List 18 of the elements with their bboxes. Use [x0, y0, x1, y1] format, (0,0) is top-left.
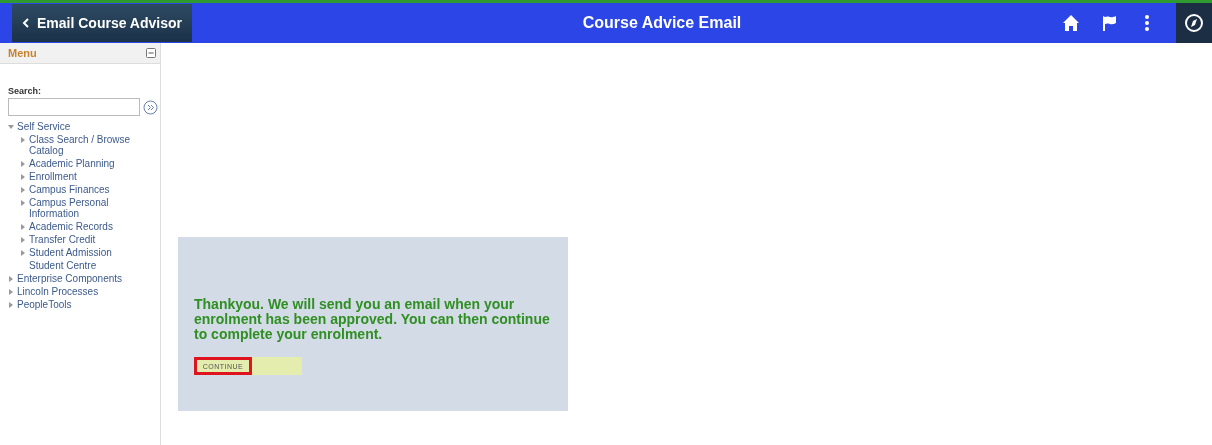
menu-item[interactable]: Academic Planning: [29, 158, 115, 169]
menu-item[interactable]: Self Service: [17, 121, 71, 132]
menu-item[interactable]: Student Centre: [29, 260, 97, 271]
menu-item[interactable]: Campus Finances: [29, 184, 110, 195]
menu-item[interactable]: Transfer Credit: [29, 234, 96, 245]
menu-item[interactable]: Lincoln Processes: [17, 286, 99, 297]
menu-item[interactable]: Enrollment: [29, 171, 77, 182]
menu-title: Menu: [8, 47, 37, 59]
menu-item[interactable]: Campus Personal Information: [29, 197, 139, 219]
menu-item[interactable]: Class Search / Browse Catalog: [29, 134, 139, 156]
menu-item[interactable]: Student Admission: [29, 247, 112, 258]
search-label: Search:: [8, 86, 43, 96]
back-button[interactable]: Email Course Advisor: [12, 4, 192, 42]
menu-item[interactable]: Academic Records: [29, 221, 113, 232]
page-title: Course Advice Email: [581, 13, 743, 33]
confirmation-message: Thankyou. We will send you an email when your enrolment has been approved. You can then continue to complete your enrolment.: [194, 297, 551, 342]
menu-item[interactable]: Enterprise Components: [17, 273, 123, 284]
menu-item[interactable]: PeopleTools: [17, 299, 72, 310]
